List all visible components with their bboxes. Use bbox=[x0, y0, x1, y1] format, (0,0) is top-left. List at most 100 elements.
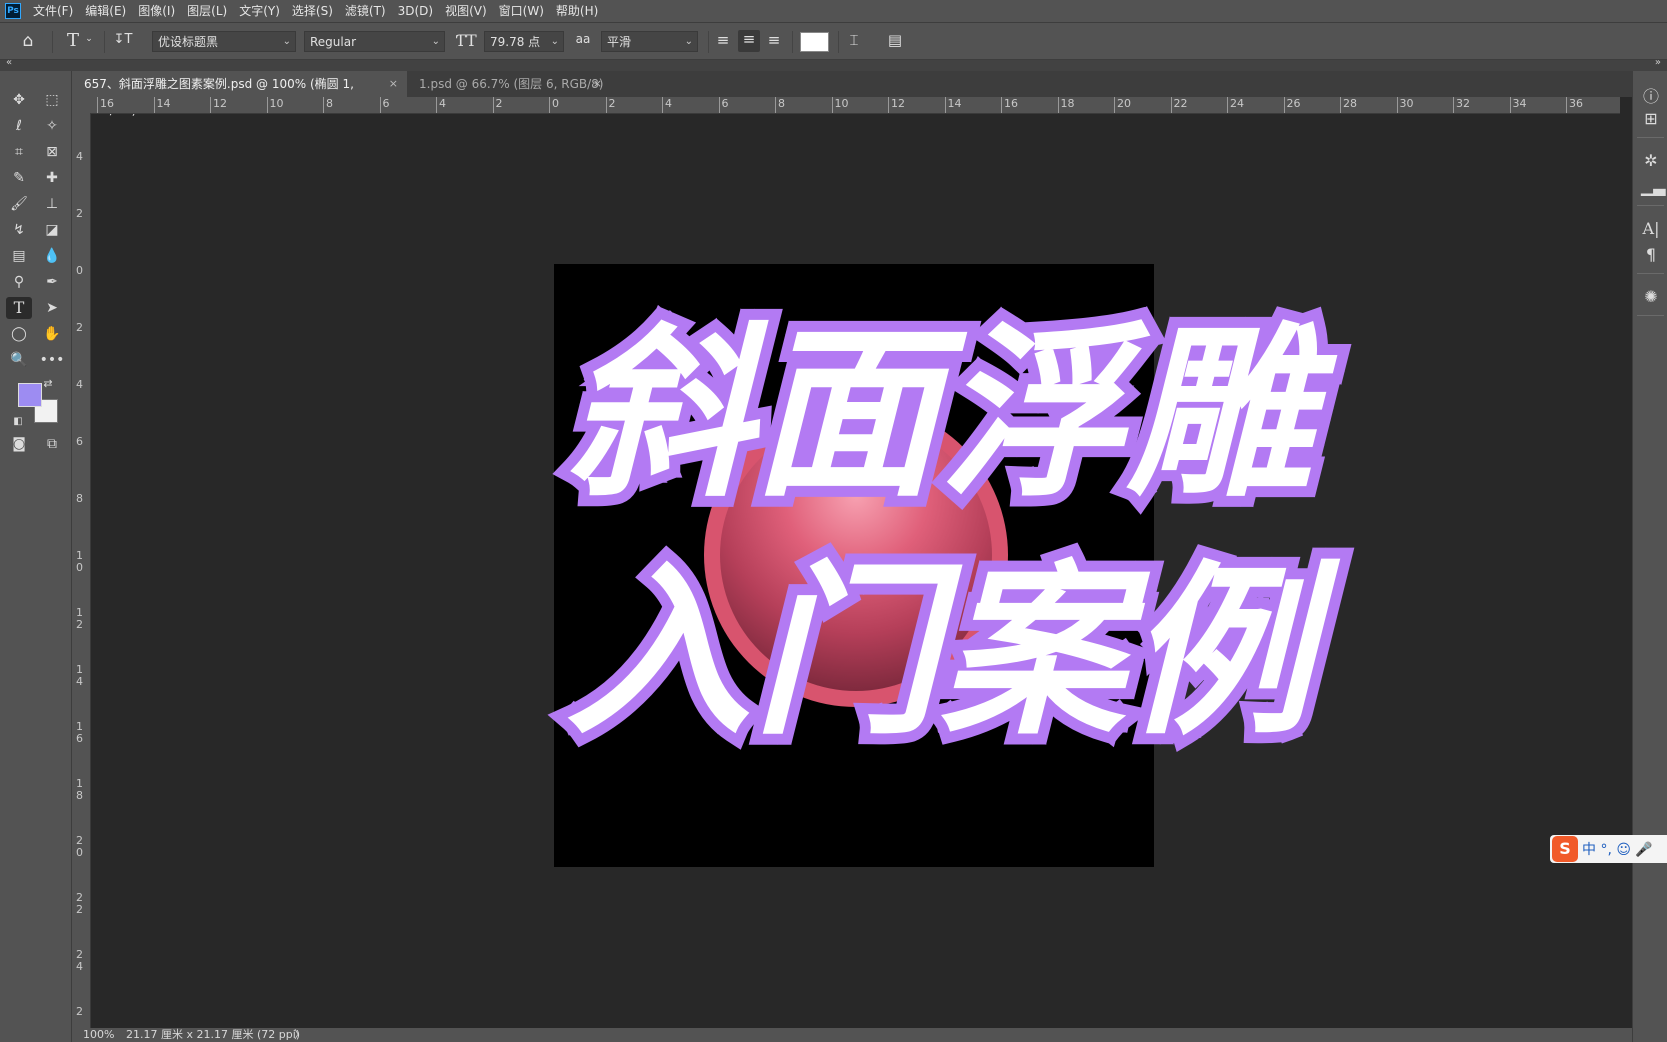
lasso-tool-icon[interactable]: ℓ bbox=[6, 115, 32, 137]
character-panel-icon[interactable]: ▤ bbox=[884, 31, 906, 49]
type-tool-preset-icon[interactable]: T bbox=[61, 30, 85, 51]
ruler-tick-label: 12 bbox=[888, 97, 905, 113]
tab-document-2[interactable]: 1.psd @ 66.7% (图层 6, RGB/8) * × bbox=[407, 71, 611, 117]
ruler-tick-label: 24 bbox=[1227, 97, 1244, 113]
ruler-tick-label: 2 bbox=[492, 97, 503, 113]
status-menu-arrow[interactable]: 〉 bbox=[294, 1028, 305, 1042]
menu-bar: Ps 文件(F) 编辑(E) 图像(I) 图层(L) 文字(Y) 选择(S) 滤… bbox=[0, 0, 1667, 22]
properties-icon[interactable]: ⊞ bbox=[1641, 109, 1661, 128]
ruler-tick-label: 2 bbox=[76, 207, 83, 220]
align-right-icon[interactable]: ≡ bbox=[764, 31, 784, 49]
navigator-icon[interactable]: ✲ bbox=[1641, 151, 1661, 170]
ruler-tick-label: 8 bbox=[76, 492, 83, 505]
foreground-color-swatch[interactable] bbox=[18, 383, 42, 407]
ruler-tick-label: 30 bbox=[1396, 97, 1414, 113]
ruler-corner bbox=[72, 97, 90, 113]
zoom-tool-icon[interactable]: 🔍 bbox=[6, 349, 32, 371]
swap-colors-icon[interactable]: ⇄ bbox=[40, 373, 56, 395]
document-size: 21.17 厘米 x 21.17 厘米 (72 ppi) bbox=[126, 1028, 301, 1041]
more-tools-icon[interactable]: ••• bbox=[39, 349, 65, 371]
ime-status[interactable]: 中 °, ☺ 🎤 bbox=[1582, 839, 1653, 859]
menu-3d[interactable]: 3D(D) bbox=[392, 0, 439, 22]
menu-type[interactable]: 文字(Y) bbox=[233, 0, 286, 22]
ruler-tick-label: 34 bbox=[1509, 97, 1527, 113]
ruler-tick-label: 6 bbox=[76, 435, 83, 448]
ruler-tick-label: 12 bbox=[76, 606, 83, 631]
eyedropper-tool-icon[interactable]: ✎ bbox=[6, 167, 32, 189]
screen-mode-icon[interactable]: ⧉ bbox=[39, 433, 65, 455]
menu-file[interactable]: 文件(F) bbox=[27, 0, 79, 22]
font-family-select[interactable]: 优设标题黑 ⌄ bbox=[152, 31, 296, 52]
tab-document-1[interactable]: 657、斜面浮雕之图素案例.psd @ 100% (椭圆 1, RGB/8#) … bbox=[72, 71, 407, 117]
pen-tool-icon[interactable]: ✒ bbox=[39, 271, 65, 293]
path-selection-tool-icon[interactable]: ➤ bbox=[39, 297, 65, 319]
crop-tool-icon[interactable]: ⌗ bbox=[6, 141, 32, 163]
hand-tool-icon[interactable]: ✋ bbox=[39, 323, 65, 345]
default-colors-icon[interactable]: ◧ bbox=[10, 411, 26, 433]
align-left-icon[interactable]: ≡ bbox=[713, 31, 733, 49]
menu-image[interactable]: 图像(I) bbox=[132, 0, 181, 22]
close-icon[interactable]: × bbox=[593, 71, 602, 97]
ruler-tick-label: 12 bbox=[210, 97, 227, 113]
ruler-tick-label: 0 bbox=[549, 97, 559, 113]
ruler-tick-label: 2 bbox=[605, 97, 616, 113]
document-canvas[interactable]: 斜面浮雕 入门案例 bbox=[554, 264, 1323, 867]
align-center-icon[interactable]: ≡ bbox=[738, 30, 760, 52]
histogram-icon[interactable]: ▁▃ bbox=[1641, 177, 1666, 196]
font-style-select[interactable]: Regular ⌄ bbox=[304, 31, 445, 52]
antialias-value: 平滑 bbox=[607, 35, 632, 49]
font-size-icon: ƬT bbox=[455, 31, 477, 50]
collapse-right-icon[interactable]: » bbox=[1655, 57, 1661, 68]
photoshop-logo-icon: Ps bbox=[5, 3, 21, 19]
headline-line-1: 斜面浮雕 bbox=[555, 303, 1323, 525]
antialias-select[interactable]: 平滑 ⌄ bbox=[601, 31, 698, 52]
horizontal-ruler: 16 14 12 10 8 6 4 2 0 2 4 6 8 10 12 14 16 18 20 22 24 26 28 30 3… bbox=[90, 97, 1620, 114]
font-size-select[interactable]: 79.78 点 ⌄ bbox=[484, 31, 564, 52]
info-icon[interactable]: ⓘ bbox=[1641, 83, 1661, 107]
marquee-tool-icon[interactable]: ⬚ bbox=[39, 89, 65, 111]
ruler-tick-label: 6 bbox=[718, 97, 729, 113]
text-color-swatch[interactable] bbox=[800, 32, 829, 52]
character-icon[interactable]: A| bbox=[1641, 219, 1661, 238]
stamp-tool-icon[interactable]: ⊥ bbox=[39, 193, 65, 215]
history-brush-tool-icon[interactable]: ↯ bbox=[6, 219, 32, 241]
ruler-tick-label: 20 bbox=[1114, 97, 1131, 113]
menu-view[interactable]: 视图(V) bbox=[439, 0, 493, 22]
warp-text-icon[interactable]: ⌶ bbox=[843, 31, 865, 49]
home-icon[interactable]: ⌂ bbox=[17, 31, 39, 51]
type-tool-icon[interactable]: T bbox=[6, 297, 32, 319]
ime-toolbar[interactable]: S 中 °, ☺ 🎤 bbox=[1550, 835, 1667, 863]
healing-brush-tool-icon[interactable]: ✚ bbox=[39, 167, 65, 189]
adjustments-icon[interactable]: ✺ bbox=[1641, 287, 1661, 306]
menu-select[interactable]: 选择(S) bbox=[286, 0, 339, 22]
zoom-level[interactable]: 100% bbox=[83, 1028, 114, 1042]
collapse-left-icon[interactable]: « bbox=[6, 57, 12, 68]
menu-layer[interactable]: 图层(L) bbox=[181, 0, 233, 22]
ruler-tick-label: 36 bbox=[1566, 97, 1583, 113]
magic-wand-tool-icon[interactable]: ✧ bbox=[39, 115, 65, 137]
menu-window[interactable]: 窗口(W) bbox=[493, 0, 550, 22]
close-icon[interactable]: × bbox=[389, 71, 398, 97]
chevron-down-icon: ⌄ bbox=[684, 36, 693, 47]
menu-edit[interactable]: 编辑(E) bbox=[79, 0, 132, 22]
paragraph-icon[interactable]: ¶ bbox=[1641, 245, 1661, 264]
font-family-value: 优设标题黑 bbox=[158, 35, 219, 49]
gradient-tool-icon[interactable]: ▤ bbox=[6, 245, 32, 267]
frame-tool-icon[interactable]: ⊠ bbox=[39, 141, 65, 163]
dodge-tool-icon[interactable]: ⚲ bbox=[6, 271, 32, 293]
ruler-tick-label: 18 bbox=[76, 777, 83, 802]
quick-mask-icon[interactable]: ◙ bbox=[6, 433, 32, 455]
ruler-tick-label: 8 bbox=[775, 97, 785, 113]
menu-help[interactable]: 帮助(H) bbox=[550, 0, 604, 22]
chevron-down-icon[interactable]: ⌄ bbox=[84, 34, 94, 44]
font-size-value: 79.78 点 bbox=[490, 35, 541, 49]
ruler-tick-label: 16 bbox=[97, 97, 114, 113]
brush-tool-icon[interactable]: 🖌 bbox=[6, 193, 32, 215]
blur-tool-icon[interactable]: 💧 bbox=[39, 245, 65, 267]
eraser-tool-icon[interactable]: ◪ bbox=[39, 219, 65, 241]
move-tool-icon[interactable]: ✥ bbox=[6, 89, 32, 111]
menu-filter[interactable]: 滤镜(T) bbox=[339, 0, 392, 22]
right-panel-dock: ⓘ ⊞ ✲ ▁▃ A| ¶ ✺ bbox=[1632, 71, 1667, 1042]
ellipse-tool-icon[interactable]: ◯ bbox=[6, 323, 32, 345]
text-orientation-icon[interactable]: ↧T bbox=[112, 32, 134, 47]
